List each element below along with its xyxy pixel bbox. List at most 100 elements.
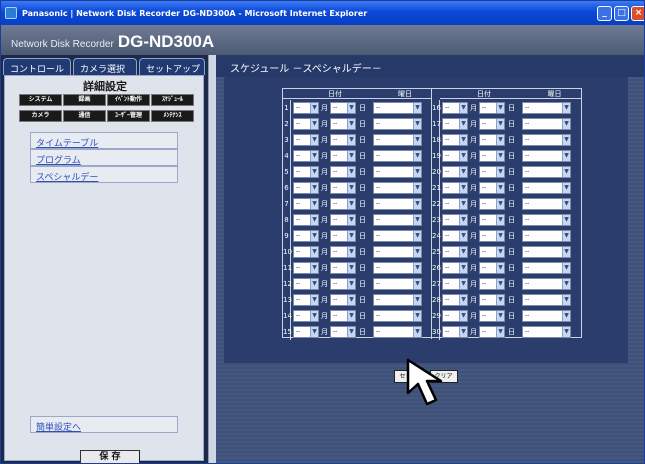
day-select[interactable]: -- ▼ xyxy=(330,214,356,226)
weekday-select[interactable]: -- ▼ xyxy=(373,310,422,322)
day-select[interactable]: -- ▼ xyxy=(330,262,356,274)
weekday-select[interactable]: -- ▼ xyxy=(522,118,571,130)
weekday-select[interactable]: -- ▼ xyxy=(373,246,422,258)
day-select[interactable]: -- ▼ xyxy=(479,118,505,130)
weekday-select[interactable]: -- ▼ xyxy=(373,134,422,146)
weekday-select[interactable]: -- ▼ xyxy=(522,262,571,274)
month-select[interactable]: -- ▼ xyxy=(293,102,319,114)
month-select[interactable]: -- ▼ xyxy=(293,310,319,322)
day-select[interactable]: -- ▼ xyxy=(479,310,505,322)
weekday-select[interactable]: -- ▼ xyxy=(522,278,571,290)
tab-setup[interactable]: セットアップ xyxy=(139,58,205,75)
month-select[interactable]: -- ▼ xyxy=(442,278,468,290)
day-select[interactable]: -- ▼ xyxy=(479,294,505,306)
day-select[interactable]: -- ▼ xyxy=(479,278,505,290)
tab-control[interactable]: コントロール xyxy=(3,58,71,75)
month-select[interactable]: -- ▼ xyxy=(293,214,319,226)
day-select[interactable]: -- ▼ xyxy=(479,166,505,178)
weekday-select[interactable]: -- ▼ xyxy=(522,166,571,178)
day-select[interactable]: -- ▼ xyxy=(479,150,505,162)
weekday-select[interactable]: -- ▼ xyxy=(522,310,571,322)
month-select[interactable]: -- ▼ xyxy=(293,166,319,178)
month-select[interactable]: -- ▼ xyxy=(293,198,319,210)
month-select[interactable]: -- ▼ xyxy=(442,118,468,130)
month-select[interactable]: -- ▼ xyxy=(293,182,319,194)
day-select[interactable]: -- ▼ xyxy=(330,230,356,242)
weekday-select[interactable]: -- ▼ xyxy=(522,294,571,306)
day-select[interactable]: -- ▼ xyxy=(479,230,505,242)
maximize-icon[interactable]: □ xyxy=(614,5,629,21)
day-select[interactable]: -- ▼ xyxy=(330,310,356,322)
day-select[interactable]: -- ▼ xyxy=(330,118,356,130)
weekday-select[interactable]: -- ▼ xyxy=(522,182,571,194)
weekday-select[interactable]: -- ▼ xyxy=(373,118,422,130)
month-select[interactable]: -- ▼ xyxy=(442,310,468,322)
weekday-select[interactable]: -- ▼ xyxy=(522,230,571,242)
day-select[interactable]: -- ▼ xyxy=(330,102,356,114)
weekday-select[interactable]: -- ▼ xyxy=(373,294,422,306)
weekday-select[interactable]: -- ▼ xyxy=(373,102,422,114)
month-select[interactable]: -- ▼ xyxy=(442,326,468,338)
month-select[interactable]: -- ▼ xyxy=(293,246,319,258)
minimize-icon[interactable]: _ xyxy=(597,5,612,21)
month-select[interactable]: -- ▼ xyxy=(442,214,468,226)
day-select[interactable]: -- ▼ xyxy=(479,326,505,338)
save-button[interactable]: 保 存 xyxy=(80,450,140,463)
weekday-select[interactable]: -- ▼ xyxy=(373,230,422,242)
day-select[interactable]: -- ▼ xyxy=(479,214,505,226)
maintenance-button[interactable]: ﾒﾝﾃﾅﾝｽ xyxy=(151,110,194,122)
weekday-select[interactable]: -- ▼ xyxy=(373,278,422,290)
day-select[interactable]: -- ▼ xyxy=(330,198,356,210)
month-select[interactable]: -- ▼ xyxy=(293,326,319,338)
weekday-select[interactable]: -- ▼ xyxy=(522,214,571,226)
day-select[interactable]: -- ▼ xyxy=(479,246,505,258)
month-select[interactable]: -- ▼ xyxy=(293,118,319,130)
weekday-select[interactable]: -- ▼ xyxy=(522,150,571,162)
user-management-button[interactable]: ﾕｰｻﾞｰ管理 xyxy=(107,110,150,122)
day-select[interactable]: -- ▼ xyxy=(330,166,356,178)
month-select[interactable]: -- ▼ xyxy=(442,150,468,162)
month-select[interactable]: -- ▼ xyxy=(442,246,468,258)
month-select[interactable]: -- ▼ xyxy=(442,134,468,146)
day-select[interactable]: -- ▼ xyxy=(330,182,356,194)
day-select[interactable]: -- ▼ xyxy=(330,150,356,162)
weekday-select[interactable]: -- ▼ xyxy=(373,150,422,162)
month-select[interactable]: -- ▼ xyxy=(442,230,468,242)
easy-setup-link[interactable]: 簡単設定へ xyxy=(30,416,178,433)
weekday-select[interactable]: -- ▼ xyxy=(373,326,422,338)
weekday-select[interactable]: -- ▼ xyxy=(522,326,571,338)
day-select[interactable]: -- ▼ xyxy=(479,102,505,114)
schedule-button[interactable]: ｽｹｼﾞｭｰﾙ xyxy=(151,94,194,106)
month-select[interactable]: -- ▼ xyxy=(442,102,468,114)
weekday-select[interactable]: -- ▼ xyxy=(373,182,422,194)
day-select[interactable]: -- ▼ xyxy=(330,246,356,258)
event-action-button[interactable]: ｲﾍﾞﾝﾄ動作 xyxy=(107,94,150,106)
weekday-select[interactable]: -- ▼ xyxy=(373,198,422,210)
month-select[interactable]: -- ▼ xyxy=(442,198,468,210)
day-select[interactable]: -- ▼ xyxy=(330,294,356,306)
month-select[interactable]: -- ▼ xyxy=(442,262,468,274)
menu-special-day-link[interactable]: スペシャルデー xyxy=(30,166,178,183)
tab-camera-select[interactable]: カメラ選択 xyxy=(73,58,137,75)
day-select[interactable]: -- ▼ xyxy=(479,262,505,274)
month-select[interactable]: -- ▼ xyxy=(442,294,468,306)
camera-button[interactable]: カメラ xyxy=(19,110,62,122)
month-select[interactable]: -- ▼ xyxy=(293,230,319,242)
day-select[interactable]: -- ▼ xyxy=(330,134,356,146)
menu-program-link[interactable]: プログラム xyxy=(30,149,178,166)
weekday-select[interactable]: -- ▼ xyxy=(522,246,571,258)
month-select[interactable]: -- ▼ xyxy=(293,262,319,274)
month-select[interactable]: -- ▼ xyxy=(293,150,319,162)
day-select[interactable]: -- ▼ xyxy=(330,278,356,290)
month-select[interactable]: -- ▼ xyxy=(293,294,319,306)
recording-button[interactable]: 録画 xyxy=(63,94,106,106)
weekday-select[interactable]: -- ▼ xyxy=(522,102,571,114)
weekday-select[interactable]: -- ▼ xyxy=(373,166,422,178)
month-select[interactable]: -- ▼ xyxy=(293,278,319,290)
weekday-select[interactable]: -- ▼ xyxy=(522,198,571,210)
month-select[interactable]: -- ▼ xyxy=(293,134,319,146)
day-select[interactable]: -- ▼ xyxy=(330,326,356,338)
month-select[interactable]: -- ▼ xyxy=(442,166,468,178)
day-select[interactable]: -- ▼ xyxy=(479,198,505,210)
weekday-select[interactable]: -- ▼ xyxy=(373,214,422,226)
